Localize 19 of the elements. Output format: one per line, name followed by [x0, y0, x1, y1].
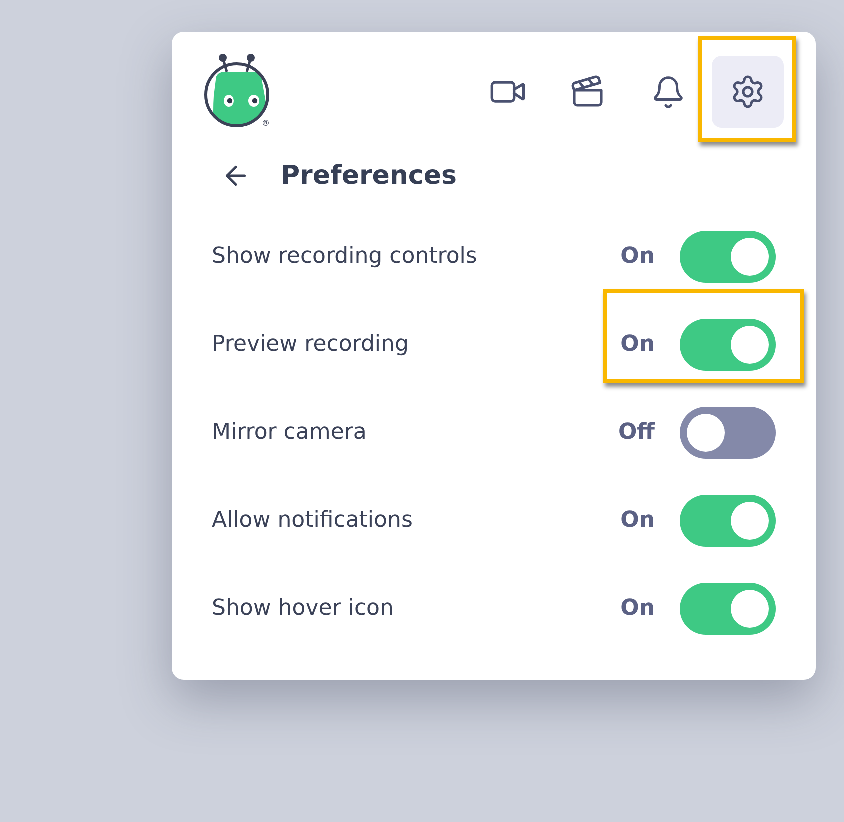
setting-label: Preview recording: [212, 334, 409, 356]
toggle-switch[interactable]: [680, 495, 776, 547]
setting-label: Show recording controls: [212, 246, 478, 268]
toggle-status: On: [620, 510, 655, 532]
registered-mark: ®: [262, 120, 270, 128]
toggle-switch[interactable]: [680, 583, 776, 635]
setting-label: Mirror camera: [212, 422, 367, 444]
toggle-status: On: [620, 598, 655, 620]
toggle-switch[interactable]: [680, 407, 776, 459]
page-title: Preferences: [281, 163, 457, 189]
settings-button[interactable]: [712, 56, 784, 128]
setting-label: Allow notifications: [212, 510, 413, 532]
clapperboard-icon: [570, 74, 606, 110]
toggle-switch[interactable]: [680, 231, 776, 283]
toggle-status: Off: [618, 422, 655, 444]
setting-label: Show hover icon: [212, 598, 394, 620]
toggle-status: On: [620, 246, 655, 268]
toggle-switch[interactable]: [680, 319, 776, 371]
toggle-status: On: [620, 334, 655, 356]
